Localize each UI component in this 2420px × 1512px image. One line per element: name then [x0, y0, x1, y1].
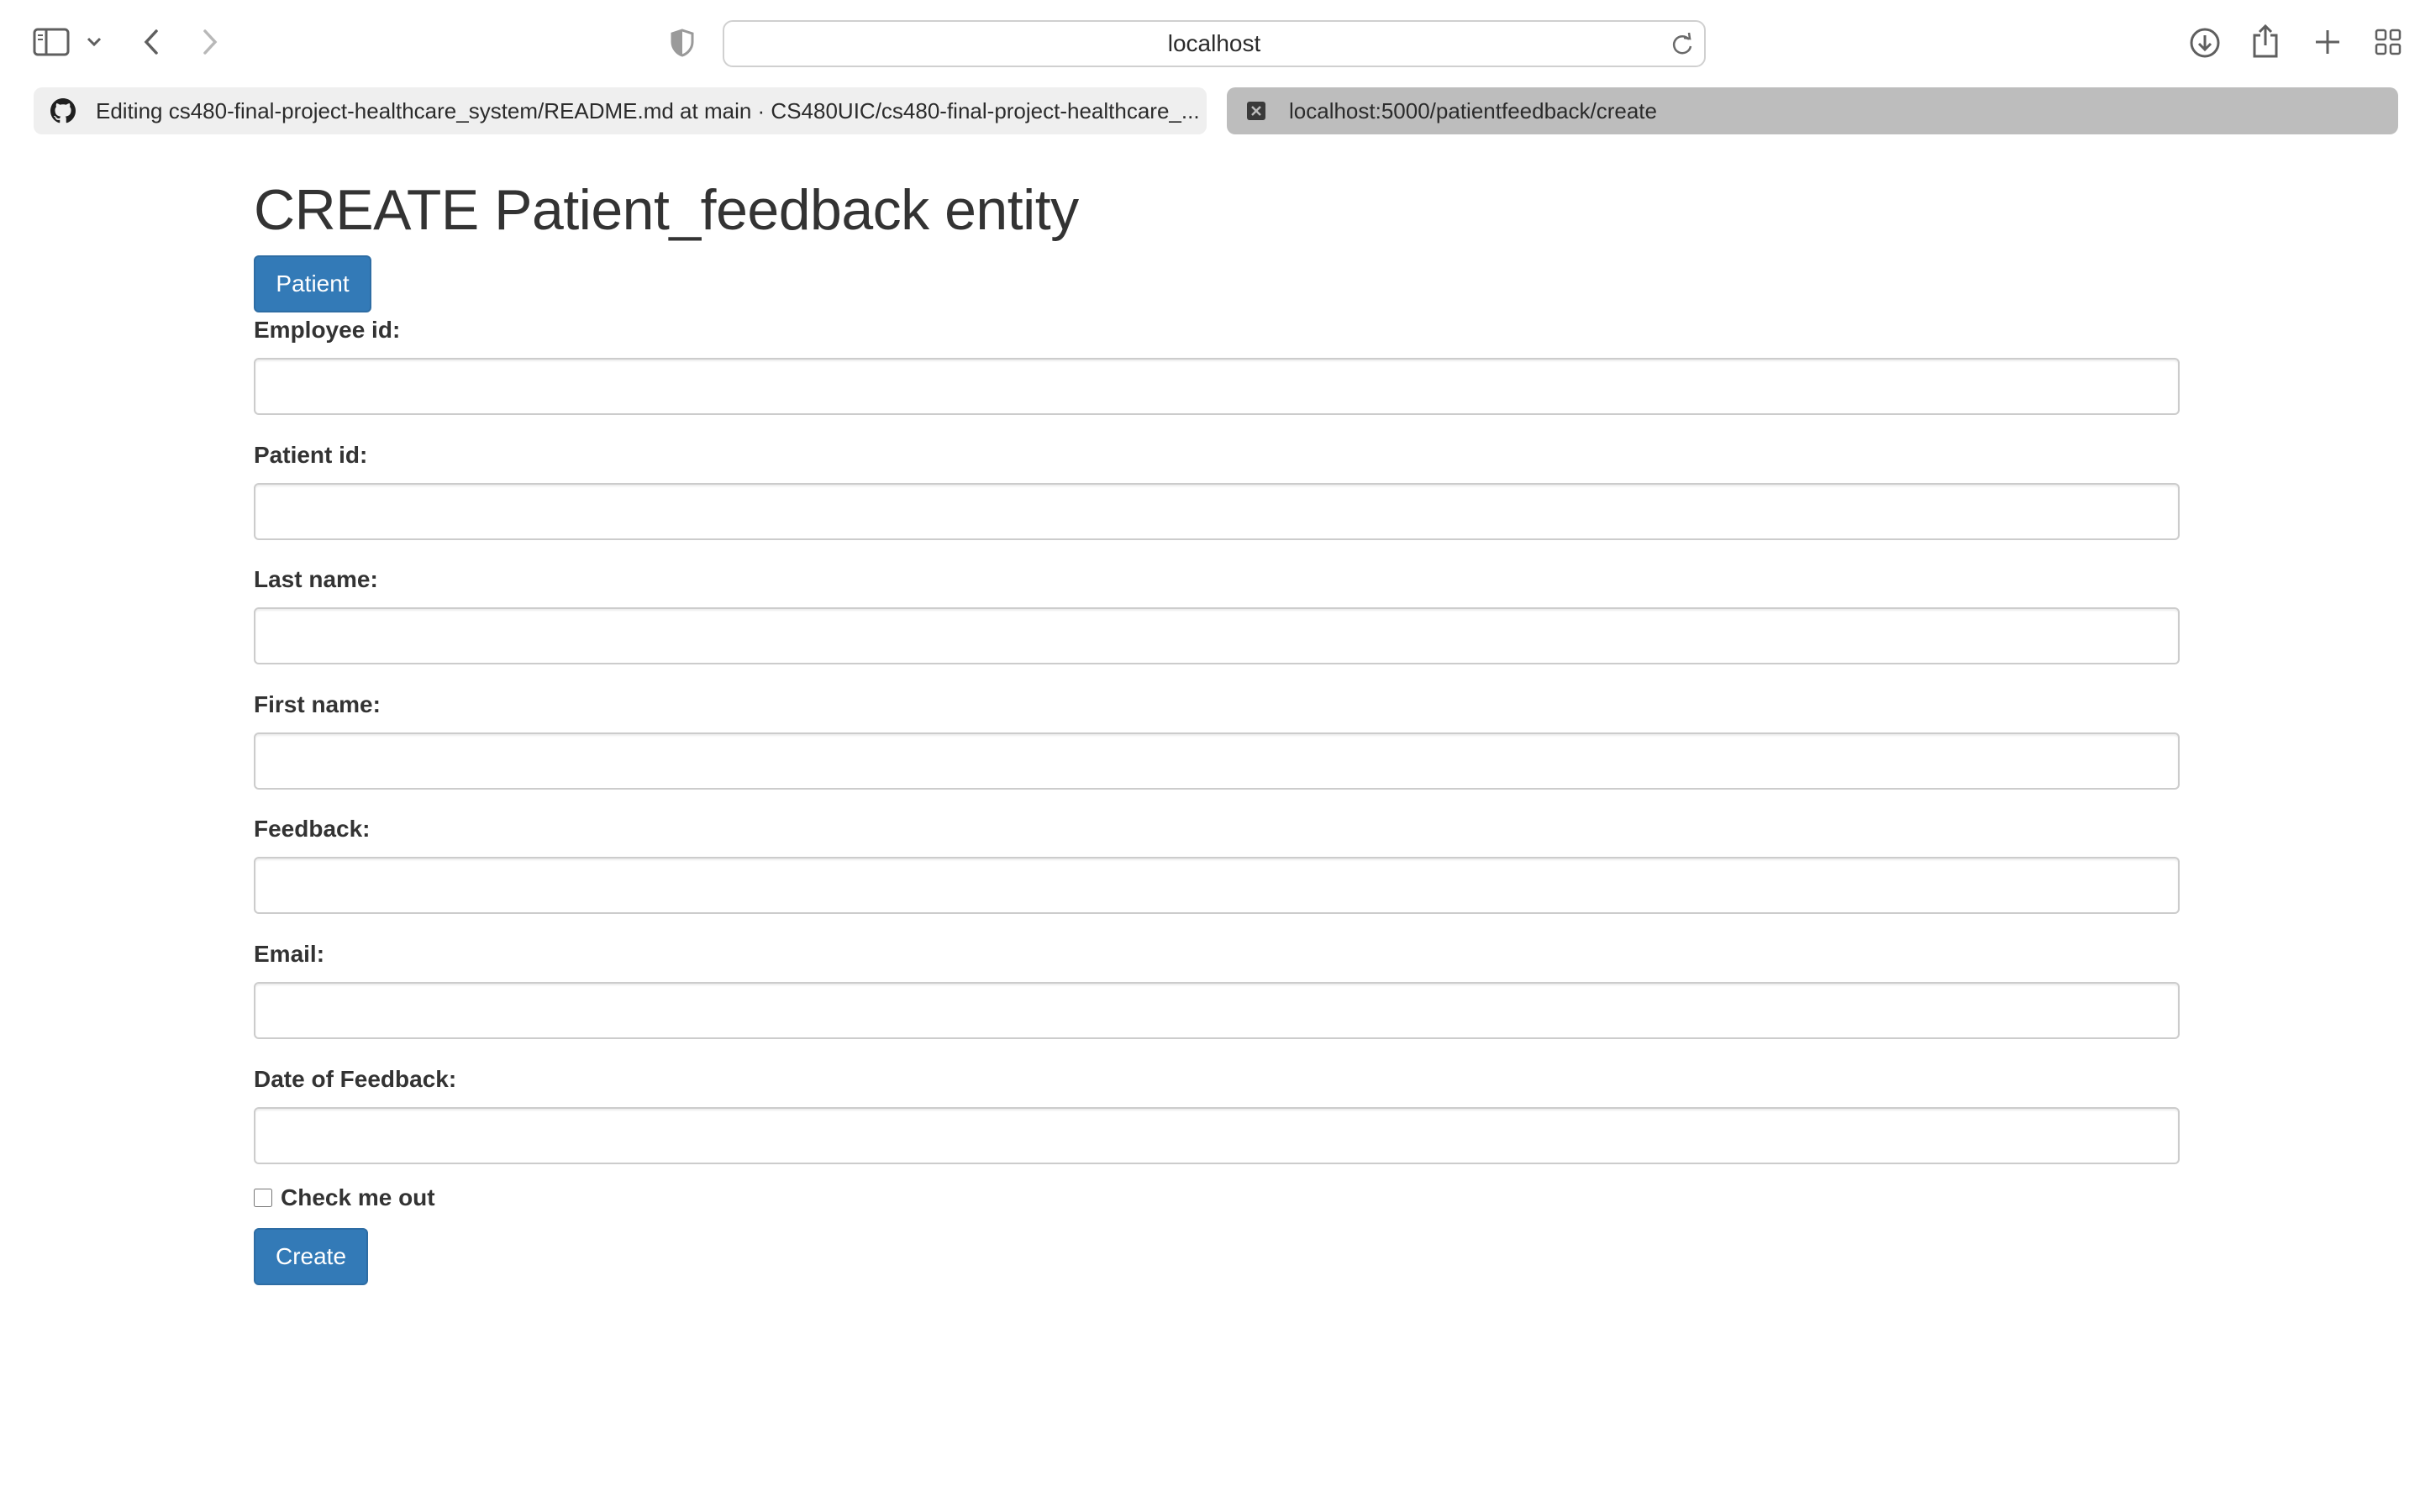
patient-button[interactable]: Patient [254, 255, 371, 312]
first-name-input[interactable] [254, 732, 2180, 790]
date-of-feedback-input[interactable] [254, 1106, 2180, 1164]
email-group: Email: [254, 940, 2180, 1065]
back-icon[interactable] [136, 25, 166, 59]
tab-strip: Editing cs480-final-project-healthcare_s… [0, 86, 2420, 138]
feedback-group: Feedback: [254, 815, 2180, 940]
date-of-feedback-label: Date of Feedback: [254, 1065, 457, 1092]
new-tab-icon[interactable] [2311, 25, 2344, 59]
privacy-shield-icon[interactable] [669, 27, 696, 59]
page-content: CREATE Patient_feedback entity Patient E… [254, 176, 2180, 1285]
forward-icon[interactable] [195, 25, 225, 59]
check-me-out-row: Check me out [254, 1184, 435, 1211]
address-bar[interactable]: localhost [723, 20, 1706, 67]
check-me-out-label: Check me out [281, 1184, 435, 1210]
last-name-group: Last name: [254, 565, 2180, 690]
sidebar-toggle-icon[interactable] [32, 25, 71, 59]
site-favicon-icon [1244, 98, 1269, 123]
reload-icon[interactable] [1670, 32, 1694, 63]
share-icon[interactable] [2249, 22, 2282, 60]
date-of-feedback-group: Date of Feedback: [254, 1065, 2180, 1190]
address-text: localhost [1167, 30, 1261, 56]
check-me-out-checkbox[interactable] [254, 1189, 272, 1207]
last-name-label: Last name: [254, 566, 378, 593]
employee-id-input[interactable] [254, 358, 2180, 415]
tab-title: localhost:5000/patientfeedback/create [1289, 97, 1657, 123]
patient-id-input[interactable] [254, 482, 2180, 540]
patient-id-group: Patient id: [254, 441, 2180, 566]
employee-id-label: Employee id: [254, 317, 401, 343]
downloads-icon[interactable] [2188, 25, 2222, 60]
patient-feedback-form: Employee id: Patient id: Last name: Firs… [254, 316, 2180, 1189]
page-title: CREATE Patient_feedback entity [254, 178, 1079, 242]
tab-title: Editing cs480-final-project-healthcare_s… [96, 97, 1200, 123]
create-button[interactable]: Create [254, 1228, 368, 1285]
employee-id-group: Employee id: [254, 316, 2180, 441]
first-name-group: First name: [254, 690, 2180, 816]
email-input[interactable] [254, 981, 2180, 1039]
chevron-down-icon[interactable] [84, 30, 104, 54]
tab-github-readme[interactable]: Editing cs480-final-project-healthcare_s… [34, 87, 1207, 134]
patient-id-label: Patient id: [254, 441, 368, 468]
email-label: Email: [254, 940, 325, 967]
browser-toolbar: localhost [0, 0, 2420, 86]
tab-overview-icon[interactable] [2371, 25, 2405, 59]
github-icon [50, 98, 76, 123]
feedback-input[interactable] [254, 857, 2180, 915]
last-name-input[interactable] [254, 607, 2180, 665]
first-name-label: First name: [254, 690, 381, 717]
feedback-label: Feedback: [254, 816, 371, 843]
tab-localhost-create[interactable]: localhost:5000/patientfeedback/create [1227, 87, 2398, 134]
